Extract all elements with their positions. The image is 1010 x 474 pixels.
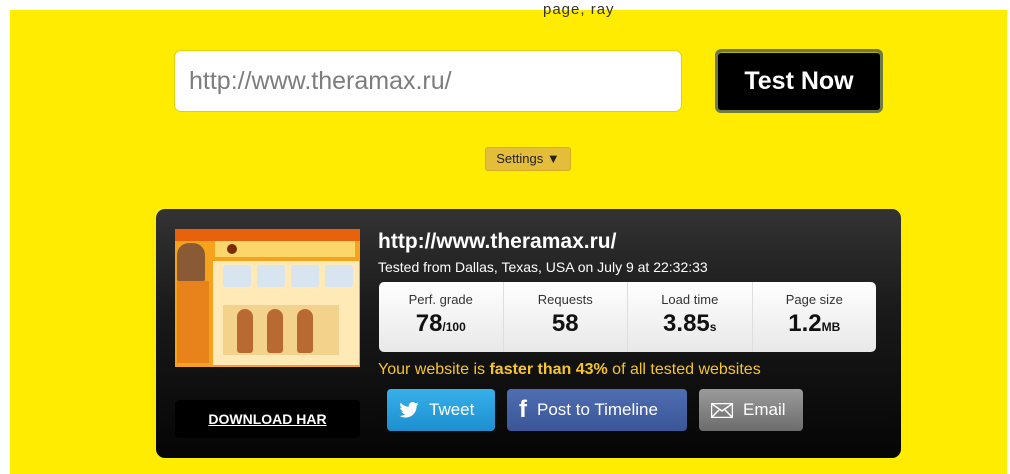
settings-button[interactable]: Settings ▼ <box>485 147 571 171</box>
post-to-timeline-label: Post to Timeline <box>537 400 658 419</box>
post-to-timeline-button[interactable]: f Post to Timeline <box>507 389 687 431</box>
stat-value: 58 <box>551 310 579 337</box>
clipped-heading-text: page, ray <box>543 1 615 18</box>
stat-label: Perf. grade <box>408 292 473 307</box>
stat-perf-grade: Perf. grade 78/100 <box>379 282 503 352</box>
twitter-bird-icon <box>399 402 419 418</box>
stat-page-size: Page size 1.2MB <box>751 282 877 352</box>
email-label: Email <box>743 400 786 419</box>
stat-load-time: Load time 3.85s <box>627 282 752 352</box>
stat-value: 78/100 <box>415 310 466 337</box>
tested-url-title: http://www.theramax.ru/ <box>378 230 617 253</box>
page-background: page, ray Test Now Settings ▼ http://www… <box>10 1 1007 474</box>
download-har-link[interactable]: DOWNLOAD HAR <box>175 400 360 438</box>
stat-value: 3.85s <box>663 310 717 337</box>
tweet-button[interactable]: Tweet <box>387 389 495 431</box>
stat-label: Requests <box>537 292 593 307</box>
comparison-text: Your website is faster than 43% of all t… <box>378 361 761 378</box>
site-screenshot-thumbnail <box>175 229 360 367</box>
tweet-label: Tweet <box>429 400 475 419</box>
test-now-button[interactable]: Test Now <box>715 49 883 113</box>
facebook-icon: f <box>519 396 527 423</box>
stat-value: 1.2MB <box>788 310 841 337</box>
tested-from-text: Tested from Dallas, Texas, USA on July 9… <box>378 259 708 275</box>
result-card: http://www.theramax.ru/ Tested from Dall… <box>156 209 901 458</box>
url-input[interactable] <box>174 50 682 112</box>
stats-panel: Perf. grade 78/100 Requests 58 Load time… <box>379 282 876 352</box>
stat-requests: Requests 58 <box>502 282 628 352</box>
stat-label: Load time <box>661 292 719 307</box>
envelope-icon <box>711 402 733 418</box>
email-button[interactable]: Email <box>699 389 803 431</box>
stat-label: Page size <box>785 292 843 307</box>
